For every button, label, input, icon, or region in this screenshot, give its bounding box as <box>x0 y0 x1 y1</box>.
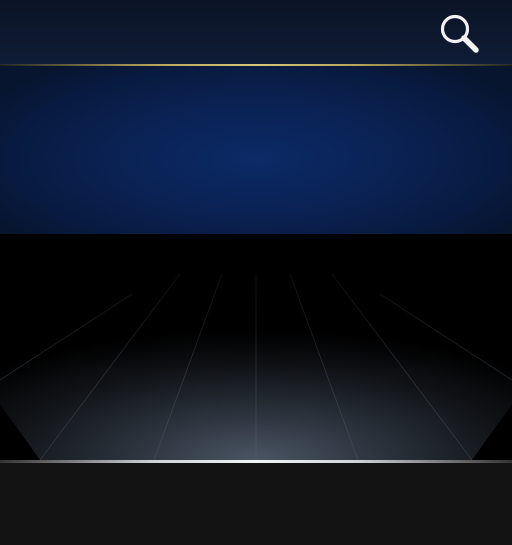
search-button[interactable] <box>438 12 482 56</box>
stage-floor-graphic <box>0 234 512 462</box>
top-header <box>0 0 512 65</box>
banner-panel <box>0 66 512 234</box>
search-icon <box>440 14 479 53</box>
showcase-stage <box>0 234 512 462</box>
bottom-tray <box>0 463 512 545</box>
app-window <box>0 0 512 545</box>
